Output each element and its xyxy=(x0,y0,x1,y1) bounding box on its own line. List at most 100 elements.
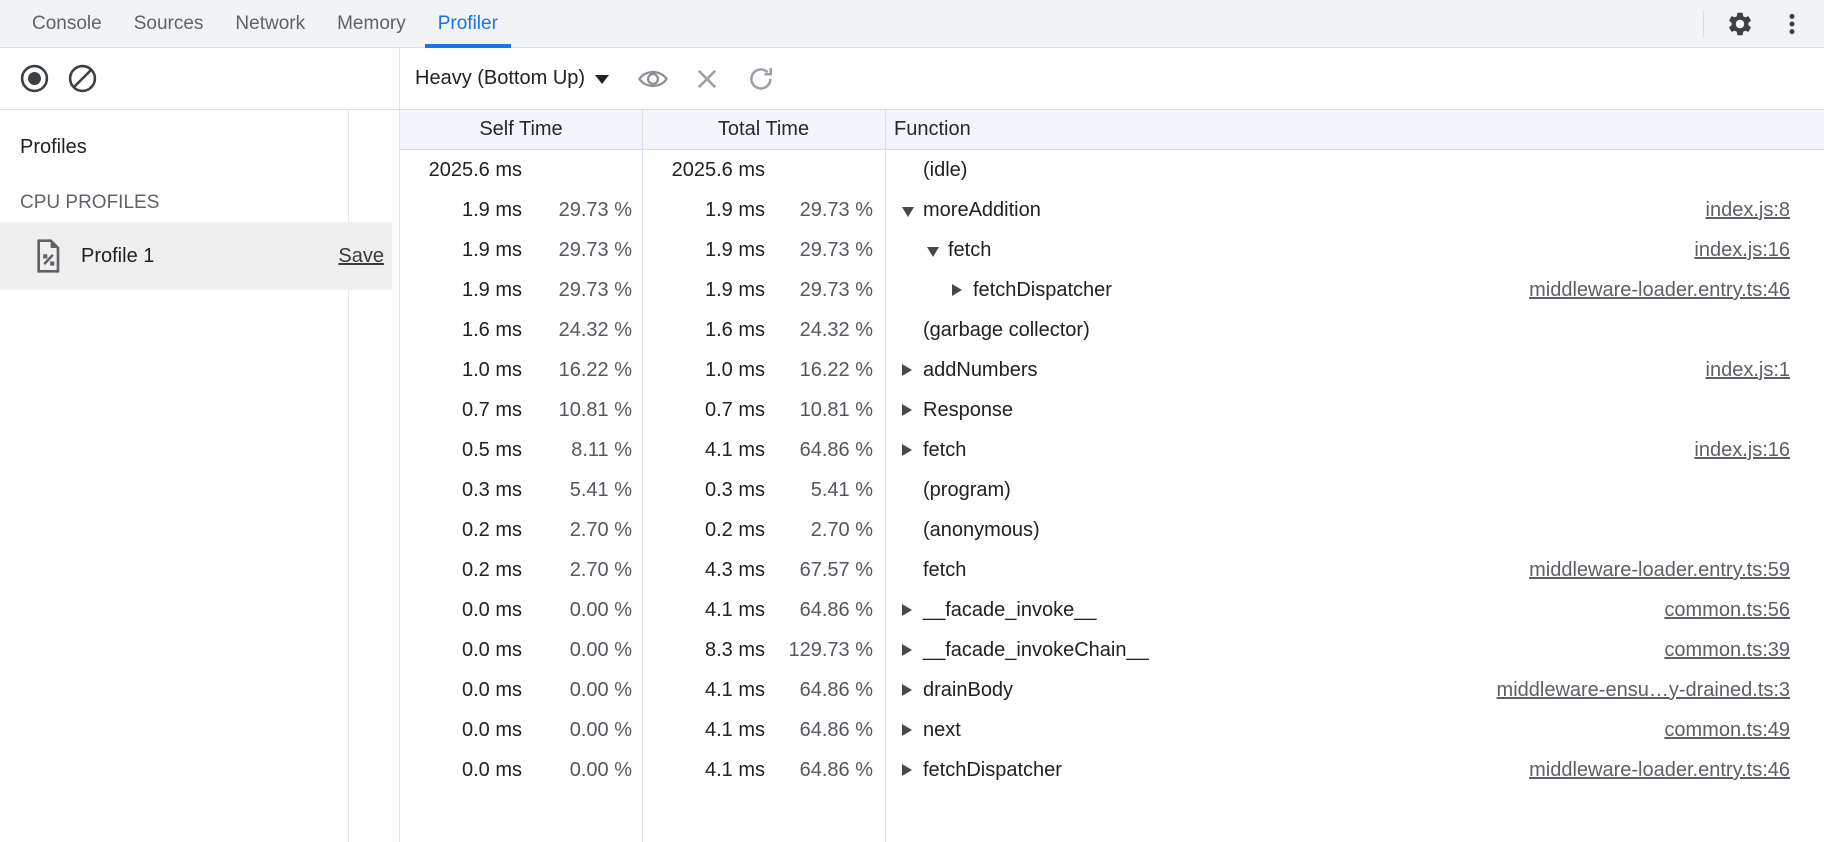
profile-list-item[interactable]: Profile 1 Save xyxy=(0,222,392,290)
self-time-ms: 0.0 ms xyxy=(400,670,522,710)
total-time-ms: 1.6 ms xyxy=(642,310,765,350)
function-cell: (garbage collector) xyxy=(885,310,1524,350)
table-row[interactable]: 1.0 ms16.22 %1.0 ms16.22 %addNumbersinde… xyxy=(400,350,1824,390)
profile-data-grid: 2025.6 ms2025.6 ms(idle)1.9 ms29.73 %1.9… xyxy=(400,150,1824,842)
function-cell: fetch xyxy=(885,550,1524,590)
total-time-percent: 67.57 % xyxy=(765,550,873,590)
tree-collapsed-icon[interactable] xyxy=(902,364,912,376)
self-time-percent: 0.00 % xyxy=(522,710,632,750)
source-location-link[interactable]: index.js:1 xyxy=(1706,350,1791,390)
column-header-function[interactable]: Function xyxy=(894,110,971,149)
self-time-ms: 0.2 ms xyxy=(400,510,522,550)
settings-button[interactable] xyxy=(1724,8,1756,40)
self-time-ms: 0.7 ms xyxy=(400,390,522,430)
table-row[interactable]: 0.3 ms5.41 %0.3 ms5.41 %(program) xyxy=(400,470,1824,510)
table-row[interactable]: 0.2 ms2.70 %4.3 ms67.57 %fetchmiddleware… xyxy=(400,550,1824,590)
chevron-down-icon xyxy=(595,75,609,84)
tree-collapsed-icon[interactable] xyxy=(952,284,962,296)
function-cell: (anonymous) xyxy=(885,510,1524,550)
tree-collapsed-icon[interactable] xyxy=(902,604,912,616)
table-row[interactable]: 0.0 ms0.00 %4.1 ms64.86 %drainBodymiddle… xyxy=(400,670,1824,710)
source-location-link[interactable]: index.js:8 xyxy=(1706,190,1791,230)
column-header-total-time[interactable]: Total Time xyxy=(642,110,885,149)
table-row[interactable]: 0.0 ms0.00 %4.1 ms64.86 %__facade_invoke… xyxy=(400,590,1824,630)
tree-collapsed-icon[interactable] xyxy=(902,764,912,776)
more-options-button[interactable] xyxy=(1776,8,1808,40)
tree-collapsed-icon[interactable] xyxy=(902,644,912,656)
tree-expanded-icon[interactable] xyxy=(927,247,939,257)
table-row[interactable]: 0.0 ms0.00 %4.1 ms64.86 %nextcommon.ts:4… xyxy=(400,710,1824,750)
total-time-percent: 29.73 % xyxy=(765,230,873,270)
tree-collapsed-icon[interactable] xyxy=(902,724,912,736)
total-time-ms: 8.3 ms xyxy=(642,630,765,670)
tab-memory[interactable]: Memory xyxy=(321,0,422,47)
profile-view-toolbar: Heavy (Bottom Up) xyxy=(400,48,777,109)
record-button[interactable] xyxy=(18,63,50,95)
table-row[interactable]: 1.6 ms24.32 %1.6 ms24.32 %(garbage colle… xyxy=(400,310,1824,350)
source-location-link[interactable]: common.ts:49 xyxy=(1664,710,1790,750)
total-time-ms: 0.3 ms xyxy=(642,470,765,510)
function-name: Response xyxy=(923,390,1013,430)
profiler-record-controls xyxy=(0,48,400,109)
record-icon xyxy=(19,63,50,94)
self-time-percent: 2.70 % xyxy=(522,550,632,590)
total-time-ms: 1.0 ms xyxy=(642,350,765,390)
total-time-percent: 10.81 % xyxy=(765,390,873,430)
tree-collapsed-icon[interactable] xyxy=(902,404,912,416)
clear-button[interactable] xyxy=(66,63,98,95)
total-time-percent: 64.86 % xyxy=(765,670,873,710)
tree-collapsed-icon[interactable] xyxy=(902,684,912,696)
exclude-button[interactable] xyxy=(691,63,723,95)
tab-network[interactable]: Network xyxy=(219,0,321,47)
function-cell: addNumbers xyxy=(885,350,1524,390)
tab-sources[interactable]: Sources xyxy=(118,0,220,47)
source-location-link[interactable]: middleware-loader.entry.ts:59 xyxy=(1529,550,1790,590)
sidebar-inner-divider xyxy=(348,110,349,842)
function-name: fetchDispatcher xyxy=(923,750,1062,790)
source-location-link[interactable]: common.ts:56 xyxy=(1664,590,1790,630)
table-row[interactable]: 0.7 ms10.81 %0.7 ms10.81 %Response xyxy=(400,390,1824,430)
function-name: fetch xyxy=(948,230,991,270)
tab-console[interactable]: Console xyxy=(16,0,118,47)
function-cell: (program) xyxy=(885,470,1524,510)
tab-profiler[interactable]: Profiler xyxy=(422,0,514,47)
source-location-link[interactable]: index.js:16 xyxy=(1694,230,1790,270)
profiles-title: Profiles xyxy=(20,133,399,161)
table-row[interactable]: 1.9 ms29.73 %1.9 ms29.73 %fetchindex.js:… xyxy=(400,230,1824,270)
tree-expanded-icon[interactable] xyxy=(902,207,914,217)
column-header-self-time[interactable]: Self Time xyxy=(400,110,642,149)
tabbar-right-controls xyxy=(1703,0,1824,47)
restore-button[interactable] xyxy=(745,63,777,95)
total-time-ms: 4.1 ms xyxy=(642,670,765,710)
profiler-toolbar: Heavy (Bottom Up) xyxy=(0,48,1824,110)
table-row[interactable]: 1.9 ms29.73 %1.9 ms29.73 %moreAdditionin… xyxy=(400,190,1824,230)
tree-collapsed-icon[interactable] xyxy=(902,444,912,456)
self-time-ms: 0.3 ms xyxy=(400,470,522,510)
table-row[interactable]: 0.5 ms8.11 %4.1 ms64.86 %fetchindex.js:1… xyxy=(400,430,1824,470)
grid-header: Self Time Total Time Function xyxy=(400,110,1824,150)
self-time-ms: 0.0 ms xyxy=(400,630,522,670)
source-location-link[interactable]: middleware-loader.entry.ts:46 xyxy=(1529,750,1790,790)
source-location-link[interactable]: common.ts:39 xyxy=(1664,630,1790,670)
close-icon xyxy=(693,65,721,93)
total-time-percent: 64.86 % xyxy=(765,710,873,750)
profile-save-link[interactable]: Save xyxy=(338,245,384,268)
function-cell: fetchDispatcher xyxy=(885,270,1524,310)
table-row[interactable]: 0.0 ms0.00 %8.3 ms129.73 %__facade_invok… xyxy=(400,630,1824,670)
table-row[interactable]: 0.2 ms2.70 %0.2 ms2.70 %(anonymous) xyxy=(400,510,1824,550)
self-time-percent: 0.00 % xyxy=(522,750,632,790)
profile-view-select[interactable]: Heavy (Bottom Up) xyxy=(415,67,609,90)
source-location-link[interactable]: index.js:16 xyxy=(1694,430,1790,470)
total-time-percent: 5.41 % xyxy=(765,470,873,510)
function-name: fetchDispatcher xyxy=(973,270,1112,310)
source-location-link[interactable]: middleware-loader.entry.ts:46 xyxy=(1529,270,1790,310)
table-row[interactable]: 0.0 ms0.00 %4.1 ms64.86 %fetchDispatcher… xyxy=(400,750,1824,790)
total-time-percent xyxy=(765,150,873,190)
table-row[interactable]: 1.9 ms29.73 %1.9 ms29.73 %fetchDispatche… xyxy=(400,270,1824,310)
self-time-ms: 1.0 ms xyxy=(400,350,522,390)
total-time-ms: 0.7 ms xyxy=(642,390,765,430)
source-location-link[interactable]: middleware-ensu…y-drained.ts:3 xyxy=(1497,670,1790,710)
self-time-ms: 1.9 ms xyxy=(400,270,522,310)
table-row[interactable]: 2025.6 ms2025.6 ms(idle) xyxy=(400,150,1824,190)
focus-button[interactable] xyxy=(637,63,669,95)
